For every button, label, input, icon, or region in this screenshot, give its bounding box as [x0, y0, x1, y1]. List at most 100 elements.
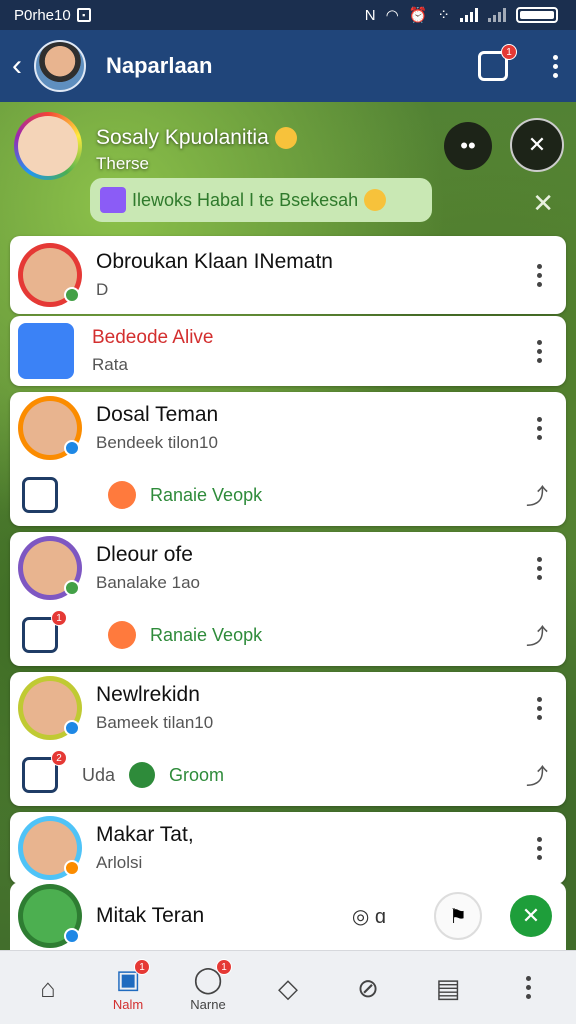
- notification-badge: 2: [51, 750, 67, 766]
- contact-name: Bedeode Alive: [92, 327, 214, 348]
- nav-main[interactable]: ▣ 1 Nalm: [98, 959, 158, 1012]
- avatar: [18, 536, 82, 600]
- more-options-icon[interactable]: [530, 339, 548, 363]
- contact-subtitle: Rata: [92, 355, 128, 374]
- alarm-icon: ⏰: [408, 7, 428, 24]
- play-app-icon[interactable]: [22, 477, 58, 513]
- list-item[interactable]: Obroukan Klaan INematn D: [10, 236, 566, 314]
- notification-badge: 1: [51, 610, 67, 626]
- nav-tasks[interactable]: ▤: [418, 972, 478, 1004]
- flag-button[interactable]: ⚑: [434, 892, 482, 940]
- avatar: [18, 884, 82, 948]
- group-icon: [129, 762, 156, 788]
- verified-icon: [64, 440, 80, 456]
- more-options-icon[interactable]: [530, 836, 548, 860]
- angry-emoji-icon: [108, 621, 136, 649]
- page-title: Naparlaan: [106, 53, 213, 78]
- avatar: [18, 816, 82, 880]
- nav-home[interactable]: ⌂: [18, 972, 78, 1004]
- thumbnail-icon: [100, 187, 126, 213]
- notification-icon: ▪: [76, 8, 91, 22]
- banner-text: Ilewoks Habal I te Bsekesah: [132, 189, 359, 210]
- diamond-icon: ◇: [278, 972, 298, 1003]
- camera-label: ɑ: [374, 905, 386, 928]
- more-options-icon[interactable]: [530, 416, 548, 440]
- nav-label: Narne: [190, 997, 226, 1012]
- chat-icon: ◯ 1: [193, 959, 232, 995]
- app-icon[interactable]: 2: [22, 750, 67, 793]
- list-item[interactable]: Dleour ofe Banalake 1ao 1 Ranaie Veopk ⤴: [10, 532, 566, 666]
- list-item[interactable]: Bedeode Alive Rata: [10, 316, 566, 386]
- group-avatar[interactable]: [14, 112, 82, 180]
- back-arrow-icon[interactable]: ‹: [12, 49, 30, 83]
- contact-subtitle: Bameek tilan10: [96, 713, 214, 732]
- dismiss-icon[interactable]: ✕: [532, 188, 554, 219]
- play-icon: ▣ 1: [116, 959, 150, 995]
- accept-button[interactable]: ✕: [510, 895, 552, 937]
- online-status-icon: [64, 287, 80, 303]
- contact-name: Obroukan Klaan INematn: [96, 250, 333, 273]
- chat-notification-icon[interactable]: 1: [478, 44, 517, 81]
- close-button[interactable]: ✕: [510, 118, 564, 172]
- nfc-icon: N: [364, 6, 376, 24]
- carrier-text: P0rhe10: [14, 6, 71, 24]
- more-options-icon[interactable]: [530, 696, 548, 720]
- emoji-icon: [274, 127, 297, 150]
- nav-label: Nalm: [112, 997, 144, 1012]
- home-icon: ⌂: [40, 972, 56, 1003]
- verified-icon: [64, 928, 80, 944]
- bottom-nav: ⌂ ▣ 1 Nalm ◯ 1 Narne ◇ ⊘ ▤: [0, 950, 576, 1024]
- list-item[interactable]: Makar Tat, Arlolsi: [10, 812, 566, 884]
- list-item[interactable]: Dosal Teman Bendeek tilon10 Ranaie Veopk…: [10, 392, 566, 526]
- share-icon[interactable]: ⤴: [526, 619, 548, 651]
- notification-badge: 1: [134, 959, 150, 975]
- notification-badge: 1: [216, 959, 232, 975]
- share-icon[interactable]: ⤴: [526, 479, 548, 511]
- nav-explore[interactable]: ◇: [258, 972, 318, 1004]
- online-status-icon: [64, 580, 80, 596]
- app-header: ‹ Naparlaan 1: [0, 30, 576, 102]
- activity-text: Groom: [169, 764, 225, 785]
- status-icon: [64, 860, 80, 876]
- contact-name: Newlrekidn: [96, 683, 200, 706]
- contact-name: Mitak Teran: [96, 904, 205, 927]
- notification-badge: 1: [501, 44, 517, 60]
- more-options-icon[interactable]: [546, 54, 564, 78]
- emoji-face-button[interactable]: ••: [444, 122, 492, 170]
- dots-icon: ⁘: [437, 7, 450, 24]
- compass-icon: ⊘: [357, 972, 379, 1003]
- avatar: [18, 396, 82, 460]
- contact-name: Dosal Teman: [96, 403, 219, 426]
- signal2-icon: [488, 8, 506, 22]
- wifi-icon: ◠: [385, 7, 399, 24]
- more-options-icon[interactable]: [530, 263, 548, 287]
- nav-discover[interactable]: ⊘: [338, 972, 398, 1004]
- clipboard-icon: ▤: [435, 972, 461, 1003]
- avatar: [18, 243, 82, 307]
- banner-pill[interactable]: Ilewoks Habal I te Bsekesah: [90, 178, 432, 222]
- camera-app-icon[interactable]: 1: [22, 610, 67, 653]
- camera-icon[interactable]: ◎ ɑ: [352, 904, 386, 929]
- group-subtitle: Therse: [96, 154, 149, 173]
- profile-avatar[interactable]: [34, 40, 86, 92]
- signal-icon: [460, 8, 478, 22]
- status-bar: P0rhe10 ▪ N ◠ ⏰ ⁘: [0, 0, 576, 30]
- more-options-icon: [519, 976, 537, 999]
- contact-list: Obroukan Klaan INematn D Bedeode Alive R…: [10, 236, 566, 890]
- game-icon: [18, 323, 74, 379]
- list-item[interactable]: Newlrekidn Bameek tilan10 2 Uda Groom ⤴: [10, 672, 566, 806]
- contact-subtitle: D: [96, 280, 109, 299]
- nav-chat[interactable]: ◯ 1 Narne: [178, 959, 238, 1012]
- more-options-icon[interactable]: [530, 556, 548, 580]
- activity-text: Ranaie Veopk: [150, 484, 263, 505]
- share-icon[interactable]: ⤴: [526, 759, 548, 791]
- activity-label: Uda: [82, 764, 116, 785]
- group-name: Sosaly Kpuolanitia: [96, 126, 297, 150]
- group-bar: Sosaly Kpuolanitia Therse •• ✕ Ilewoks H…: [14, 108, 564, 236]
- contact-name: Makar Tat,: [96, 823, 194, 846]
- list-item[interactable]: Mitak Teran ◎ ɑ ⚑ ✕: [10, 882, 566, 950]
- battery-icon: [516, 7, 558, 23]
- verified-icon: [64, 720, 80, 736]
- nav-more[interactable]: [498, 976, 558, 999]
- activity-text: Ranaie Veopk: [150, 624, 263, 645]
